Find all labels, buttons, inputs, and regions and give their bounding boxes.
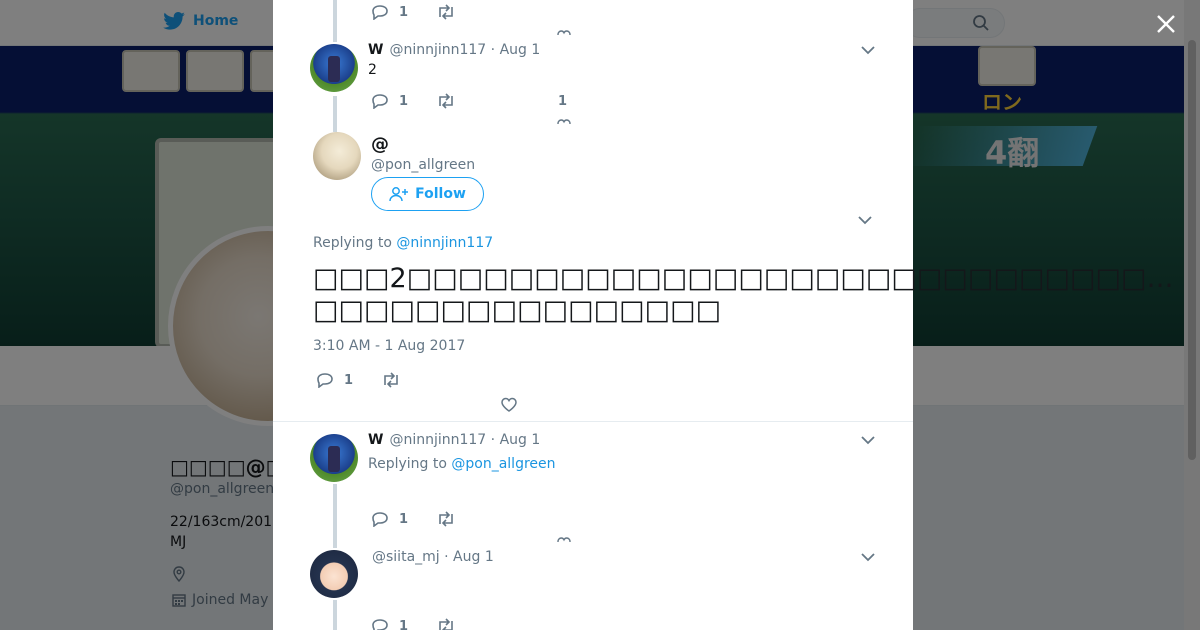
retweet-icon [439,511,453,527]
thread-line [333,484,337,548]
replying-to-link[interactable]: @pon_allgreen [451,456,555,472]
reply-button[interactable]: 1 [371,511,408,527]
reply-icon [372,5,388,20]
tweet-header: @siita_mj · Aug 1 [372,549,494,565]
reply-button[interactable]: 1 [316,372,353,388]
replying-to-label: Replying to [313,235,392,251]
tweet-header: W @ninnjinn117 · Aug 1 [368,432,540,448]
reply-count: 1 [399,618,409,630]
like-heart-icon[interactable] [500,397,518,413]
avatar[interactable] [313,132,361,180]
like-heart-icon[interactable] [557,536,571,542]
thread-line [333,0,337,42]
replying-to: Replying to @ninnjinn117 [313,235,493,251]
follow-label: Follow [415,186,466,202]
chevron-down-icon[interactable] [857,214,873,226]
reply-button[interactable]: 1 [371,618,408,630]
retweet-button[interactable] [436,511,456,527]
retweet-icon [439,618,453,630]
replying-to: Replying to @pon_allgreen [368,456,556,472]
reply-button[interactable]: 1 [371,4,408,20]
retweet-icon [439,93,453,109]
like-heart-icon[interactable] [557,118,571,124]
main-tweet-text-line: □□□□□□□□□□□□□□□□ [313,295,722,326]
retweet-button[interactable] [436,93,456,109]
tweet-actions: 1 [371,93,484,109]
chevron-down-icon[interactable] [860,551,876,563]
reply-count: 1 [399,93,409,109]
close-icon[interactable] [1152,10,1180,38]
reply-count: 1 [399,4,409,20]
reply-icon [372,512,388,527]
chevron-down-icon[interactable] [860,44,876,56]
tweet-handle[interactable]: @ninnjinn117 [389,432,486,448]
reply-icon [372,94,388,109]
tweet-fullname[interactable]: W [368,432,383,448]
tweet-date[interactable]: · Aug 1 [491,42,541,58]
tweet-fullname[interactable]: W [368,42,383,58]
tweet-handle[interactable]: @siita_mj [372,549,440,565]
reply-icon [317,373,333,388]
avatar[interactable] [310,434,358,482]
tweet-actions: 1 [371,618,484,630]
reply-icon [372,619,388,630]
tweet-handle[interactable]: @ninnjinn117 [389,42,486,58]
retweet-button[interactable] [436,4,456,20]
main-tweet-handle[interactable]: @pon_allgreen [371,157,475,173]
retweet-icon [384,372,398,388]
retweet-button[interactable] [381,372,401,388]
main-tweet-text: □□□2□□□□□□□□□□□□□□□□□□□□□□□□□□□□□… □□□□□… [313,263,1174,327]
chevron-down-icon[interactable] [860,434,876,446]
main-tweet-fullname[interactable]: @ [371,134,389,155]
main-tweet-actions: 1 [316,372,429,388]
tweet-actions: 1 [371,511,484,527]
add-user-icon [389,187,409,202]
tweet-actions: 1 [371,4,484,20]
follow-button[interactable]: Follow [371,177,484,211]
replying-to-label: Replying to [368,456,447,472]
tweet-header: W @ninnjinn117 · Aug 1 [368,42,540,58]
thread-line [333,600,337,630]
retweet-icon [439,4,453,20]
tweet-date[interactable]: · Aug 1 [444,549,494,565]
replying-to-link[interactable]: @ninnjinn117 [396,235,493,251]
thread-line [333,96,337,132]
main-tweet-timestamp[interactable]: 3:10 AM - 1 Aug 2017 [313,338,465,354]
tweet-date[interactable]: · Aug 1 [491,432,541,448]
tweet-text: 2 [368,62,377,78]
main-tweet-text-line: □□□2□□□□□□□□□□□□□□□□□□□□□□□□□□□□□… [313,263,1174,294]
reply-button[interactable]: 1 [371,93,408,109]
avatar[interactable] [310,44,358,92]
like-heart-icon[interactable] [557,29,571,35]
divider [273,421,913,422]
reply-count: 1 [344,372,354,388]
retweet-button[interactable] [436,618,456,630]
like-count: 1 [558,94,568,109]
reply-count: 1 [399,511,409,527]
avatar[interactable] [310,550,358,598]
